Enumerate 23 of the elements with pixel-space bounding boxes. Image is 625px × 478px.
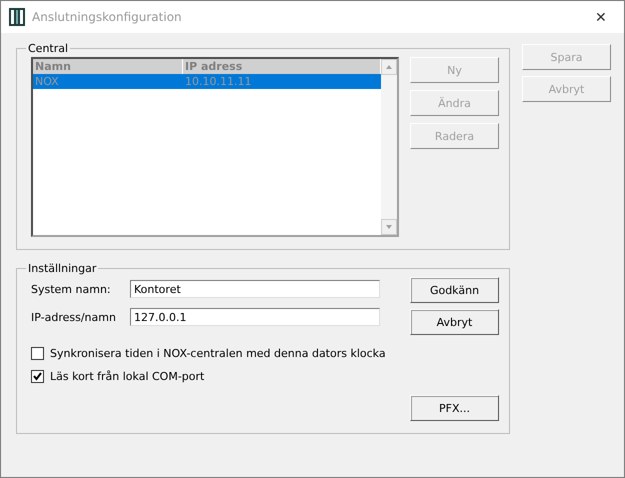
list-cell-text: 10.10.11.11 (184, 74, 252, 89)
pfx-button[interactable]: PFX... (410, 395, 499, 421)
window-title: Anslutningskonfiguration (32, 10, 183, 24)
list-row[interactable]: NOX 10.10.11.11 (33, 74, 381, 89)
checkbox[interactable] (31, 370, 44, 383)
checkbox-label[interactable]: Läs kort från lokal COM-port (50, 370, 204, 383)
group-title: Inställningar (27, 262, 98, 275)
scroll-down-icon[interactable] (381, 219, 397, 235)
checkbox[interactable] (31, 347, 44, 360)
app-icon (9, 8, 25, 26)
scroll-up-icon[interactable] (381, 59, 397, 75)
list-view[interactable]: Namn IP adress NOX 10.10.11.11 (31, 57, 399, 237)
action-button[interactable]: Avbryt (410, 309, 499, 335)
input-field[interactable]: 127.0.0.1 (130, 308, 380, 326)
group-title: Central (27, 42, 70, 55)
input-field[interactable]: Kontoret (130, 280, 380, 298)
field-label: IP-adress/namn (31, 310, 117, 324)
list-cell-text: NOX (34, 74, 60, 89)
action-button[interactable]: Godkänn (410, 277, 499, 303)
close-button[interactable]: ✕ (578, 1, 624, 33)
field-label: System namn: (31, 282, 112, 296)
checkbox-label[interactable]: Synkronisera tiden i NOX-centralen med denna dators klocka (50, 347, 386, 360)
scrollbar[interactable] (381, 59, 397, 235)
